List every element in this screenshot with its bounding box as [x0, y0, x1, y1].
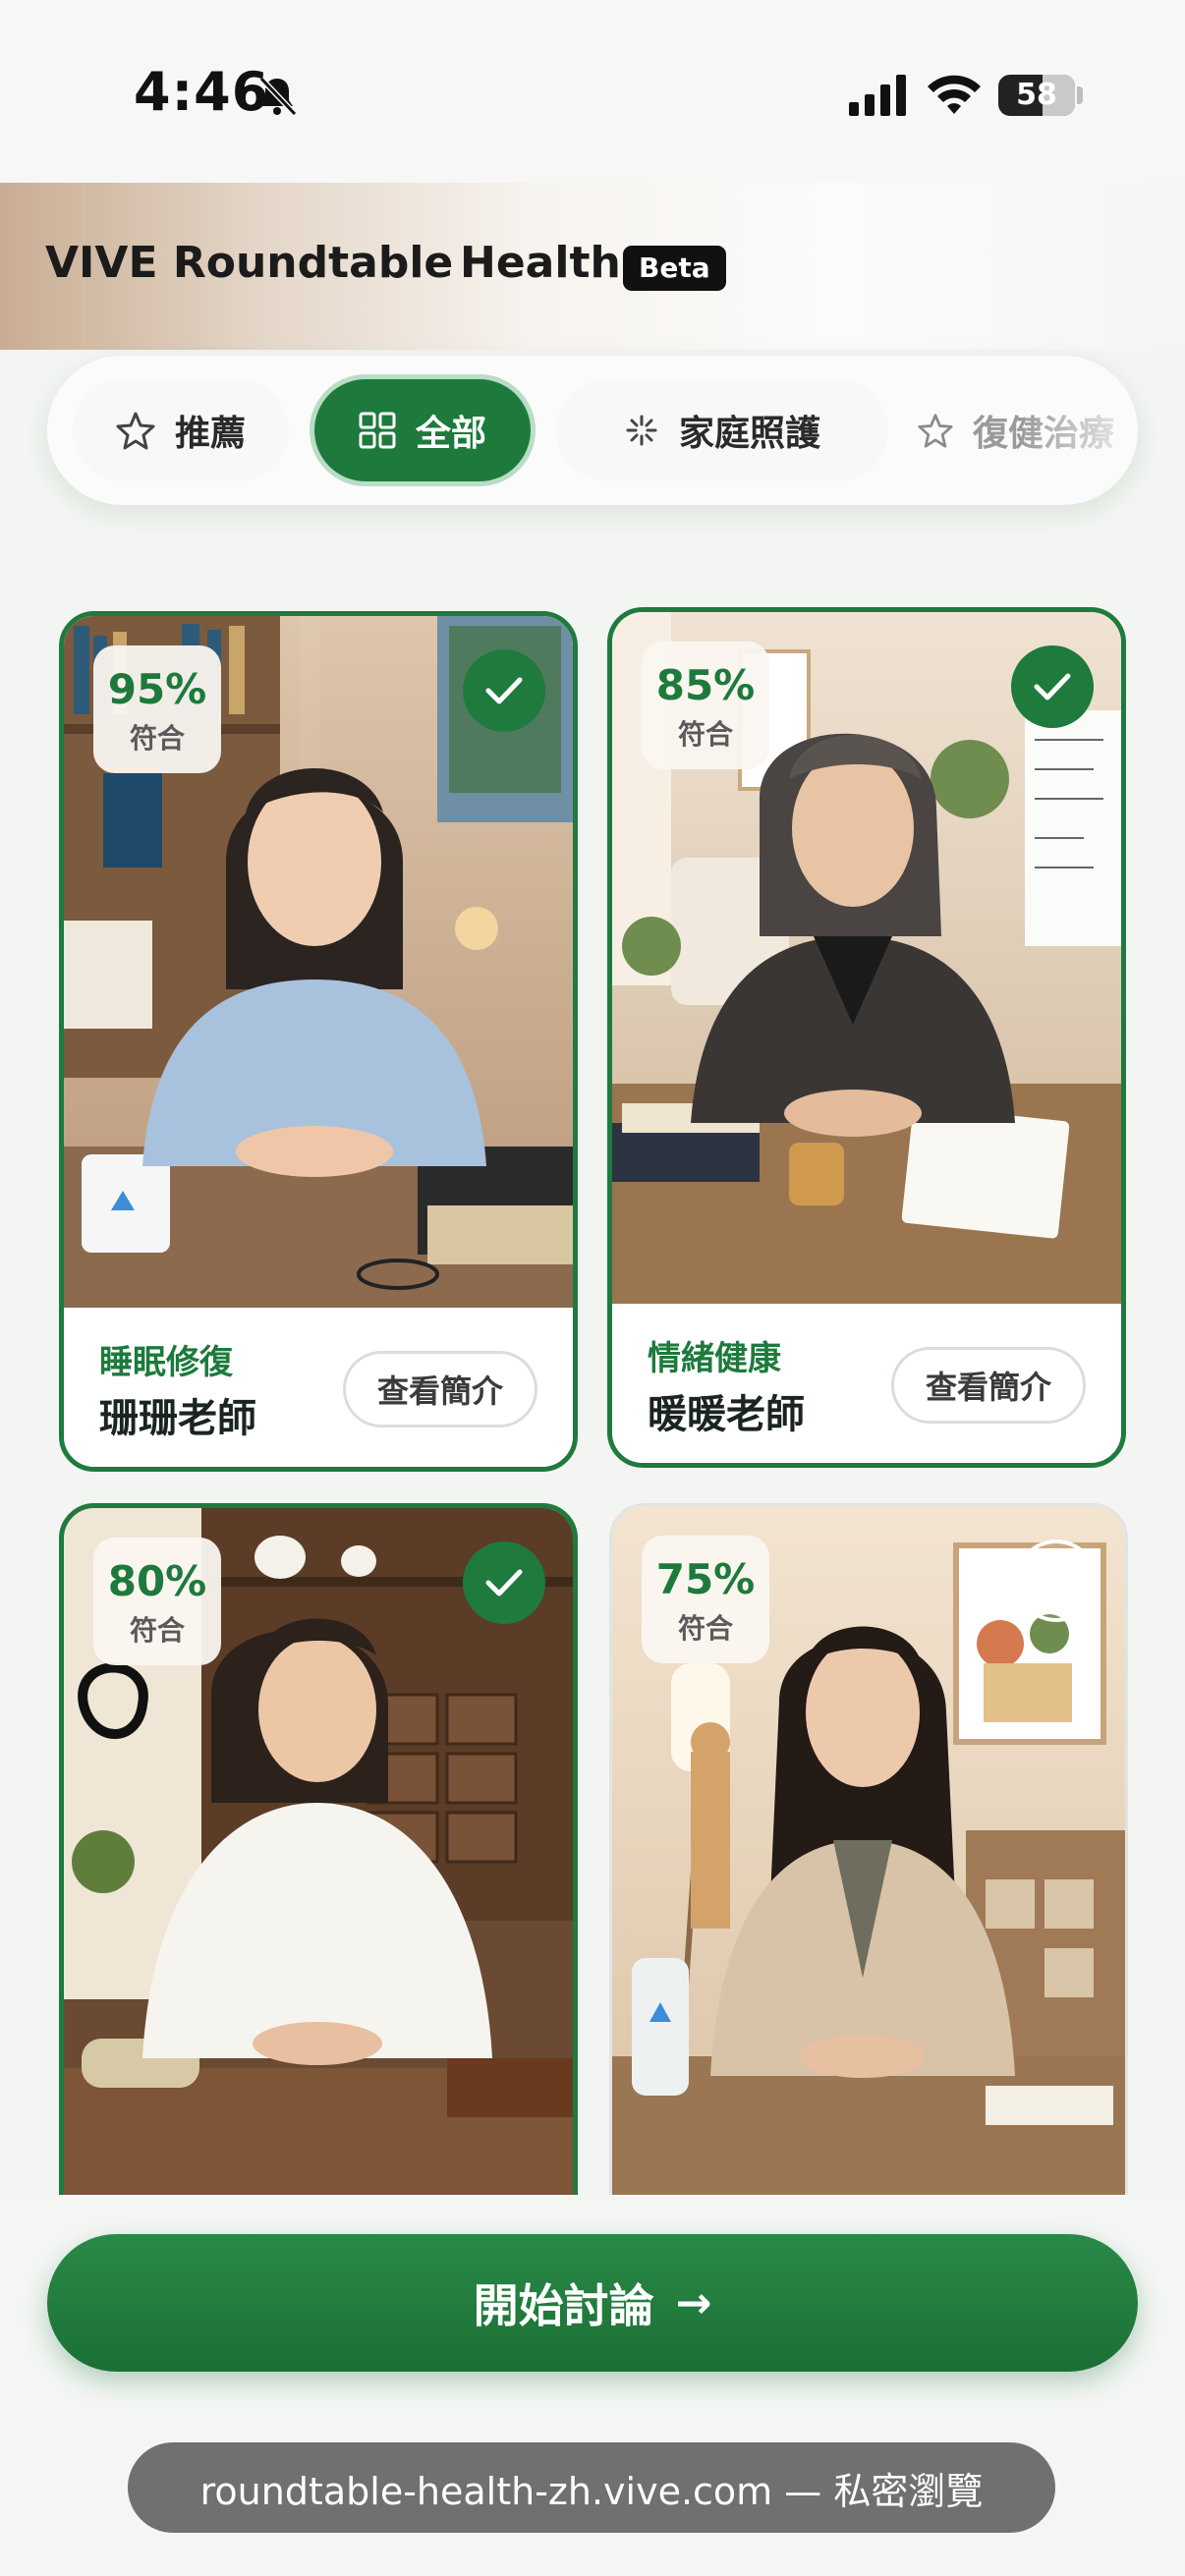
view-profile-button[interactable]: 查看簡介 — [343, 1351, 537, 1428]
match-label: 符合 — [129, 1614, 185, 1647]
unselected-circle-icon[interactable] — [1015, 1540, 1098, 1622]
match-percent: 80% — [107, 1557, 207, 1605]
tab-label: 推薦 — [174, 414, 246, 454]
card-info: 睡眠修復 珊珊老師 查看簡介 — [64, 1308, 573, 1467]
match-percent: 85% — [655, 661, 756, 709]
view-profile-button[interactable]: 查看簡介 — [891, 1347, 1086, 1424]
status-time: 4:46 — [134, 61, 270, 123]
app-title: VIVE Roundtable — [45, 238, 454, 288]
app-header: VIVE Roundtable Health Beta — [0, 183, 1185, 350]
tab-label: 全部 — [415, 414, 486, 454]
tab-family-care[interactable]: 家庭照護 — [556, 379, 888, 481]
start-discussion-label: 開始討論 — [473, 2279, 654, 2332]
signal-icon — [849, 75, 906, 116]
advisor-specialty: 睡眠修復 — [99, 1343, 233, 1382]
advisor-name: 暖暖老師 — [648, 1392, 805, 1437]
match-label: 符合 — [129, 722, 185, 755]
battery-level: 58 — [1016, 78, 1057, 112]
tab-label: 家庭照護 — [678, 414, 820, 454]
category-tabs: 推薦 全部 家庭照護 復健治療 — [47, 356, 1138, 505]
advisor-card[interactable]: 85% 符合 情緒健康 暖暖老師 查看簡介 — [607, 607, 1126, 1468]
match-score-badge: 75% 符合 — [642, 1536, 769, 1663]
card-info: 情緒健康 暖暖老師 查看簡介 — [612, 1304, 1121, 1463]
battery-icon: 58 — [998, 75, 1075, 116]
grid-icon — [359, 412, 396, 449]
bell-off-icon — [258, 76, 298, 117]
advisor-name: 珊珊老師 — [99, 1396, 256, 1441]
advisor-specialty: 情緒健康 — [648, 1339, 781, 1378]
tab-recommended[interactable]: 推薦 — [73, 379, 289, 481]
match-label: 符合 — [677, 718, 733, 751]
app-subtitle: Health — [460, 238, 621, 288]
match-label: 符合 — [677, 1612, 733, 1645]
match-percent: 95% — [107, 665, 207, 713]
wifi-icon — [928, 75, 981, 114]
selected-check-icon[interactable] — [1011, 645, 1094, 728]
match-percent: 75% — [655, 1555, 756, 1603]
tabs-fade — [1020, 356, 1138, 505]
advisor-card[interactable]: 80% 符合 — [59, 1503, 578, 2250]
match-score-badge: 85% 符合 — [642, 642, 769, 769]
battery-tip — [1077, 86, 1083, 104]
start-discussion-button[interactable]: 開始討論 → — [47, 2234, 1138, 2372]
sparkle-icon — [626, 415, 657, 446]
match-score-badge: 95% 符合 — [93, 645, 221, 773]
selected-check-icon[interactable] — [463, 1541, 545, 1624]
selected-check-icon[interactable] — [463, 649, 545, 732]
match-score-badge: 80% 符合 — [93, 1538, 221, 1665]
arrow-right-icon: → — [675, 2277, 712, 2328]
browser-url-bar[interactable]: roundtable-health-zh.vive.com — 私密瀏覽 — [128, 2442, 1055, 2533]
status-bar: 4:46 58 — [0, 0, 1185, 183]
advisor-card[interactable]: 95% 符合 睡眠修復 珊珊老師 查看簡介 — [59, 611, 578, 1472]
tab-all[interactable]: 全部 — [314, 379, 531, 481]
beta-badge: Beta — [623, 246, 726, 291]
star-icon — [918, 414, 953, 448]
advisor-card[interactable]: 75% 符合 — [609, 1503, 1128, 2250]
star-icon — [116, 412, 155, 450]
